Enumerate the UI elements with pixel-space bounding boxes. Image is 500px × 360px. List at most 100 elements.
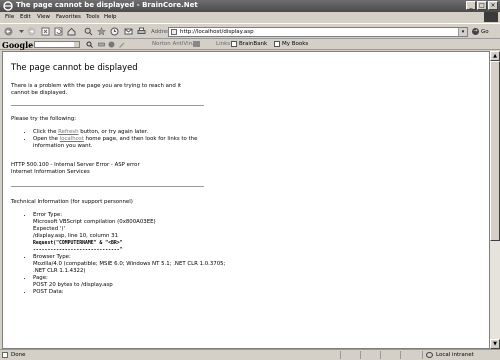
security-zone: Local intranet	[436, 352, 474, 358]
link-page-icon	[274, 41, 280, 47]
link-label: My Books	[282, 41, 309, 47]
pagerank-icon[interactable]	[98, 41, 105, 48]
info-icon[interactable]	[108, 41, 115, 48]
google-search-input[interactable]	[34, 41, 80, 48]
menu-view[interactable]: View	[37, 14, 50, 20]
status-divider	[340, 351, 341, 359]
history-clock-icon	[110, 27, 119, 36]
chevron-down-icon	[19, 30, 24, 33]
refresh-link[interactable]: Refresh	[58, 129, 78, 135]
printer-icon	[137, 27, 146, 34]
page-heading: The page cannot be displayed	[11, 62, 138, 72]
error-type-item: Error Type: Microsoft VBScript compilati…	[33, 212, 481, 254]
menu-file[interactable]: File	[5, 14, 14, 20]
go-label: Go	[481, 28, 489, 35]
status-divider	[422, 351, 423, 359]
error-type-line3: /display.asp, line 10, column 31	[33, 233, 119, 239]
address-dropdown-icon[interactable]: ▾	[458, 28, 467, 36]
refresh-icon	[54, 27, 63, 36]
address-bar[interactable]: http://localhost/display.asp ▾	[168, 27, 468, 37]
stop-button[interactable]	[41, 27, 50, 36]
menu-tools[interactable]: Tools	[86, 14, 100, 20]
highlight-pen-icon[interactable]	[118, 41, 125, 48]
close-button[interactable]: ×	[488, 1, 498, 10]
mail-icon	[124, 28, 133, 35]
forward-button[interactable]	[27, 27, 36, 36]
maximize-button[interactable]: □	[477, 1, 487, 10]
back-arrow-icon	[4, 27, 13, 36]
scroll-thumb[interactable]	[490, 61, 500, 241]
go-arrow-icon: →	[472, 28, 479, 35]
localhost-link[interactable]: localhost	[60, 136, 84, 142]
home-icon	[67, 27, 76, 36]
star-icon	[97, 27, 106, 36]
page-label: Page:	[33, 275, 48, 281]
menu-bar: File Edit View Favorites Tools Help	[0, 12, 500, 22]
ie-logo-icon	[3, 1, 13, 11]
link-my-books[interactable]: My Books	[274, 41, 308, 47]
error-type-line2: Expected ')'	[33, 226, 65, 232]
page-icon	[171, 29, 177, 35]
google-search-dropdown-icon[interactable]	[74, 42, 79, 47]
title-bar: The page cannot be displayed - BrainCore…	[0, 0, 500, 12]
status-divider	[400, 351, 401, 359]
vertical-scrollbar[interactable]: ▲ ▼	[490, 51, 500, 349]
favorites-button[interactable]	[97, 27, 106, 36]
link-page-icon	[231, 41, 237, 47]
status-text: Done	[11, 352, 26, 358]
address-url[interactable]: http://localhost/display.asp	[180, 29, 254, 35]
page-item: Page: POST 20 bytes to /display.asp	[33, 275, 481, 289]
try-item-refresh: Click the Refresh button, or try again l…	[33, 129, 223, 136]
refresh-button[interactable]	[54, 27, 63, 36]
menu-favorites[interactable]: Favorites	[56, 14, 81, 20]
search-button[interactable]	[84, 27, 93, 36]
forward-arrow-icon	[27, 27, 36, 36]
menu-edit[interactable]: Edit	[20, 14, 31, 20]
try-text: button, or try again later.	[78, 129, 149, 135]
window-title: The page cannot be displayed - BrainCore…	[16, 1, 198, 9]
go-button[interactable]: → Go	[472, 28, 489, 35]
history-button[interactable]	[110, 27, 119, 36]
search-icon	[84, 27, 93, 36]
divider	[11, 186, 204, 187]
browser-type-item: Browser Type: Mozilla/4.0 (compatible; M…	[33, 254, 233, 275]
scroll-up-icon[interactable]: ▲	[490, 51, 500, 61]
stop-icon	[41, 27, 50, 36]
link-label: BrainBank	[239, 41, 268, 47]
back-button[interactable]	[4, 27, 13, 36]
error-source-code: Request("COMPUTERNAME" & "<BR>"	[33, 241, 123, 246]
intranet-globe-icon	[426, 352, 433, 358]
divider	[11, 105, 204, 106]
links-label[interactable]: Links	[216, 41, 230, 47]
google-dropdown-icon[interactable]: ▾	[29, 43, 31, 48]
back-dropdown[interactable]	[17, 27, 26, 36]
try-item-home: Open the localhost home page, and then l…	[33, 136, 223, 150]
error-type-label: Error Type:	[33, 212, 63, 218]
page-value: POST 20 bytes to /display.asp	[33, 282, 113, 288]
post-data-item: POST Data:	[33, 289, 481, 296]
scroll-down-icon[interactable]: ▼	[490, 339, 500, 349]
norton-icon[interactable]	[193, 41, 200, 47]
menu-help[interactable]: Help	[104, 14, 117, 20]
minimize-button[interactable]: _	[466, 1, 476, 10]
try-text: Open the	[33, 136, 60, 142]
mail-button[interactable]	[124, 27, 133, 36]
link-brainbank[interactable]: BrainBank	[231, 41, 267, 47]
intro-text: There is a problem with the page you are…	[11, 83, 182, 96]
status-divider	[380, 351, 381, 359]
home-button[interactable]	[67, 27, 76, 36]
error-type-line1: Microsoft VBScript compilation (0x800A03…	[33, 219, 156, 225]
toolbar: Address http://localhost/display.asp ▾ →…	[0, 23, 500, 39]
browser-type-label: Browser Type:	[33, 254, 71, 260]
tech-heading: Technical Information (for support perso…	[11, 199, 133, 205]
server-name: Internet Information Services	[11, 169, 90, 175]
try-text: Click the	[33, 129, 59, 135]
status-divider	[360, 351, 361, 359]
norton-label[interactable]: Norton AntiVirus	[152, 41, 197, 47]
browser-type-value: Mozilla/4.0 (compatible; MSIE 6.0; Windo…	[33, 261, 226, 274]
windows-flag-icon	[484, 12, 498, 22]
page-content: The page cannot be displayed There is a …	[2, 51, 490, 349]
page-done-icon	[2, 352, 8, 358]
print-button[interactable]	[137, 27, 146, 36]
google-search-icon[interactable]	[86, 41, 93, 48]
